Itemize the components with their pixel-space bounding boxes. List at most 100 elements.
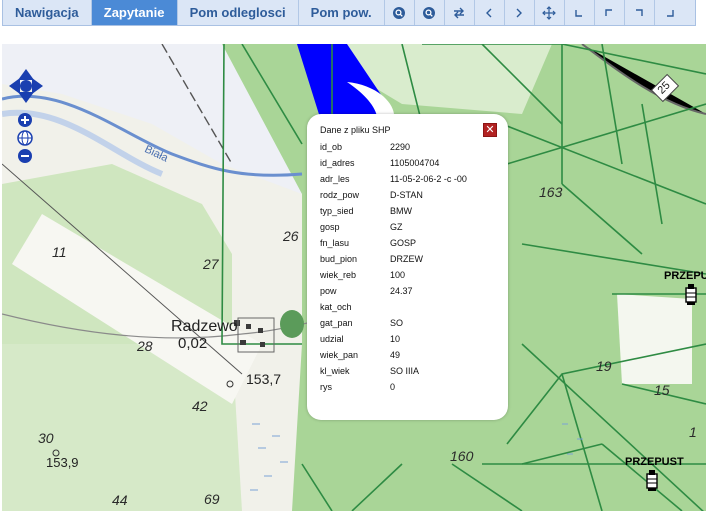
- parcel-number: 19: [596, 358, 612, 374]
- attribute-row: kl_wiek SO IIIA: [320, 366, 500, 380]
- popup-title: Dane z pliku SHP: [320, 125, 391, 135]
- parcel-number: 1: [689, 424, 697, 440]
- attribute-key: adr_les: [320, 174, 350, 184]
- pan-right-icon[interactable]: [32, 78, 43, 94]
- corner-bottom-right-icon: [666, 9, 674, 17]
- attribute-value: GZ: [390, 222, 403, 232]
- attribute-key: id_ob: [320, 142, 343, 152]
- close-icon[interactable]: ✕: [483, 123, 497, 137]
- feature-info-popup: Dane z pliku SHP ✕ id_ob 2290 id_adres 110…: [307, 114, 508, 420]
- attribute-key: rys: [320, 382, 332, 392]
- parcel-number: 15: [654, 382, 670, 398]
- corner-top-left-icon: [605, 8, 613, 16]
- culvert-marker-icon[interactable]: [684, 284, 698, 306]
- parcel-number: 26: [283, 228, 299, 244]
- parcel-number: 28: [137, 338, 153, 354]
- zoom-out-button[interactable]: [415, 0, 445, 25]
- culvert-marker-icon[interactable]: [645, 470, 659, 492]
- zoom-plus-button[interactable]: [18, 113, 32, 127]
- attribute-key: bud_pion: [320, 254, 358, 264]
- attribute-key: kat_och: [320, 302, 352, 312]
- attribute-value: SO IIIA: [390, 366, 420, 376]
- parcel-number: 11: [52, 244, 67, 260]
- tab-zapytanie[interactable]: Zapytanie: [91, 0, 178, 25]
- zoom-control: [17, 113, 33, 163]
- arrow-left-icon: [486, 8, 492, 17]
- attribute-row: wiek_pan 49: [320, 350, 500, 364]
- attribute-value: GOSP: [390, 238, 417, 248]
- attribute-value: 24.37: [390, 286, 413, 296]
- attribute-row: rodz_pow D-STAN: [320, 190, 500, 204]
- crosshair-icon: [542, 5, 556, 20]
- attribute-key: fn_lasu: [320, 238, 350, 248]
- tab-nawigacja[interactable]: Nawigacja: [3, 0, 92, 25]
- attribute-key: rodz_pow: [320, 190, 360, 200]
- attribute-row: id_adres 1105004704: [320, 158, 500, 172]
- arrow-right-button[interactable]: [505, 0, 535, 25]
- spot-height-label: 153,9: [46, 455, 79, 470]
- place-value-label: 0,02: [178, 335, 208, 352]
- attribute-row: adr_les 11-05-2-06-2 -c -00: [320, 174, 500, 188]
- swap-icon: [454, 7, 465, 18]
- parcel-number: 42: [192, 398, 208, 414]
- attribute-value: 100: [390, 270, 406, 280]
- attribute-value: BMW: [390, 206, 412, 216]
- attribute-key: kl_wiek: [320, 366, 350, 376]
- corner-top-right-icon: [636, 8, 643, 16]
- zoom-in-icon: [393, 6, 406, 19]
- attribute-key: udzial: [320, 334, 344, 344]
- corner-bottom-left-button[interactable]: [565, 0, 595, 25]
- parcel-number: 163: [539, 184, 563, 200]
- tab-pom-odleglosci[interactable]: Pom odleglosci: [178, 0, 299, 25]
- swap-button[interactable]: [445, 0, 475, 25]
- globe-icon[interactable]: [17, 130, 33, 146]
- pan-left-icon[interactable]: [9, 78, 20, 94]
- attribute-key: wiek_pan: [320, 350, 359, 360]
- attribute-key: gat_pan: [320, 318, 353, 328]
- corner-bottom-right-button[interactable]: [655, 0, 685, 25]
- parcel-number: 160: [450, 448, 474, 464]
- parcel-number: 30: [38, 430, 54, 446]
- place-name-label: Radzewo: [171, 318, 238, 335]
- attribute-key: gosp: [320, 222, 340, 232]
- attribute-row: id_ob 2290: [320, 142, 500, 156]
- parcel-number: 44: [112, 492, 128, 508]
- zoom-minus-button[interactable]: [18, 149, 32, 163]
- toolbar: Nawigacja Zapytanie Pom odleglosci Pom p…: [2, 0, 696, 26]
- arrow-right-icon: [516, 8, 523, 17]
- attribute-key: wiek_reb: [320, 270, 357, 280]
- attribute-value: DRZEW: [390, 254, 423, 264]
- attribute-value: 10: [390, 334, 401, 344]
- tab-pom-pow[interactable]: Pom pow.: [299, 0, 385, 25]
- corner-top-left-button[interactable]: [595, 0, 625, 25]
- attribute-key: id_adres: [320, 158, 355, 168]
- attribute-row: udzial 10: [320, 334, 500, 348]
- attribute-row: fn_lasu GOSP: [320, 238, 500, 252]
- pan-down-icon[interactable]: [18, 92, 34, 103]
- attribute-row: wiek_reb 100: [320, 270, 500, 284]
- attribute-row: gosp GZ: [320, 222, 500, 236]
- pan-control[interactable]: [8, 68, 44, 104]
- parcel-number: 27: [203, 256, 219, 272]
- zoom-out-icon: [423, 6, 436, 19]
- zoom-in-button[interactable]: [385, 0, 415, 25]
- pan-up-icon[interactable]: [18, 69, 34, 80]
- attribute-row: bud_pion DRZEW: [320, 254, 500, 268]
- attribute-key: typ_sied: [320, 206, 354, 216]
- attribute-value: D-STAN: [390, 190, 423, 200]
- corner-top-right-button[interactable]: [625, 0, 655, 25]
- attribute-value: SO: [390, 318, 404, 328]
- attribute-row: gat_pan SO: [320, 318, 500, 332]
- attribute-value: 1105004704: [390, 158, 440, 168]
- spot-height-label: 153,7: [246, 371, 282, 387]
- attribute-row: pow 24.37: [320, 286, 500, 300]
- crosshair-button[interactable]: [535, 0, 565, 25]
- attribute-row: rys 0: [320, 382, 500, 396]
- corner-bottom-left-icon: [575, 9, 583, 17]
- przepust-label: PRZEPUST: [625, 456, 684, 468]
- parcel-number: 69: [204, 491, 220, 507]
- attribute-row: typ_sied BMW: [320, 206, 500, 220]
- app-window: Nawigacja Zapytanie Pom odleglosci Pom p…: [0, 0, 706, 511]
- arrow-left-button[interactable]: [475, 0, 505, 25]
- attribute-value: 2290: [390, 142, 411, 152]
